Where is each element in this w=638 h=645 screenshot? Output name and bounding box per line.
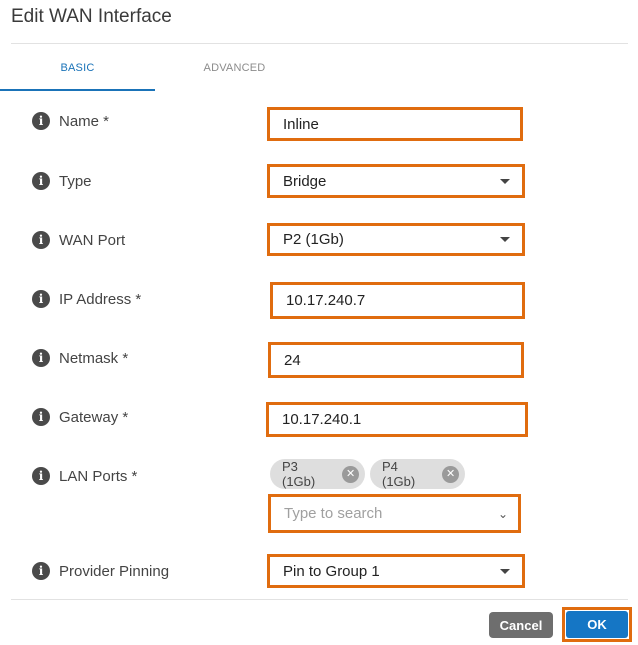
ok-button[interactable]: OK <box>566 611 628 638</box>
info-icon[interactable]: i <box>32 290 50 308</box>
name-label: i Name * <box>32 111 109 131</box>
wan-port-label: i WAN Port <box>32 230 125 250</box>
wan-port-select[interactable]: P2 (1Gb) <box>267 223 525 256</box>
gateway-input[interactable]: 10.17.240.1 <box>266 402 528 437</box>
caret-down-icon <box>500 178 510 184</box>
tab-basic[interactable]: BASIC <box>0 62 155 74</box>
tab-advanced[interactable]: ADVANCED <box>162 62 307 74</box>
info-icon[interactable]: i <box>32 408 50 426</box>
info-icon[interactable]: i <box>32 112 50 130</box>
netmask-input[interactable]: 24 <box>268 342 524 378</box>
provider-pinning-select[interactable]: Pin to Group 1 <box>267 554 525 588</box>
ip-address-input[interactable]: 10.17.240.7 <box>270 282 525 319</box>
info-icon[interactable]: i <box>32 172 50 190</box>
dialog-title: Edit WAN Interface <box>11 6 172 27</box>
chevron-down-icon: ⌄ <box>497 506 508 521</box>
info-icon[interactable]: i <box>32 562 50 580</box>
ip-address-label: i IP Address * <box>32 289 141 309</box>
lan-ports-search-input[interactable]: Type to search ⌄ <box>268 494 521 533</box>
caret-down-icon <box>500 568 510 574</box>
footer-divider <box>11 599 628 600</box>
active-tab-indicator <box>0 89 155 91</box>
info-icon[interactable]: i <box>32 231 50 249</box>
info-icon[interactable]: i <box>32 349 50 367</box>
info-icon[interactable]: i <box>32 467 50 485</box>
gateway-label: i Gateway * <box>32 407 128 427</box>
type-select[interactable]: Bridge <box>267 164 525 198</box>
name-input[interactable]: Inline <box>267 107 523 141</box>
lan-ports-label: i LAN Ports * <box>32 466 137 486</box>
caret-down-icon <box>500 237 510 242</box>
type-label: i Type <box>32 171 92 191</box>
netmask-label: i Netmask * <box>32 348 128 368</box>
close-circle-icon[interactable]: ✕ <box>442 465 459 483</box>
provider-pinning-label: i Provider Pinning <box>32 561 169 581</box>
cancel-button[interactable]: Cancel <box>489 612 553 638</box>
lan-port-chip: P3 (1Gb) ✕ <box>270 459 365 489</box>
close-circle-icon[interactable]: ✕ <box>342 465 359 483</box>
lan-port-chip: P4 (1Gb) ✕ <box>370 459 465 489</box>
title-divider <box>11 43 628 44</box>
